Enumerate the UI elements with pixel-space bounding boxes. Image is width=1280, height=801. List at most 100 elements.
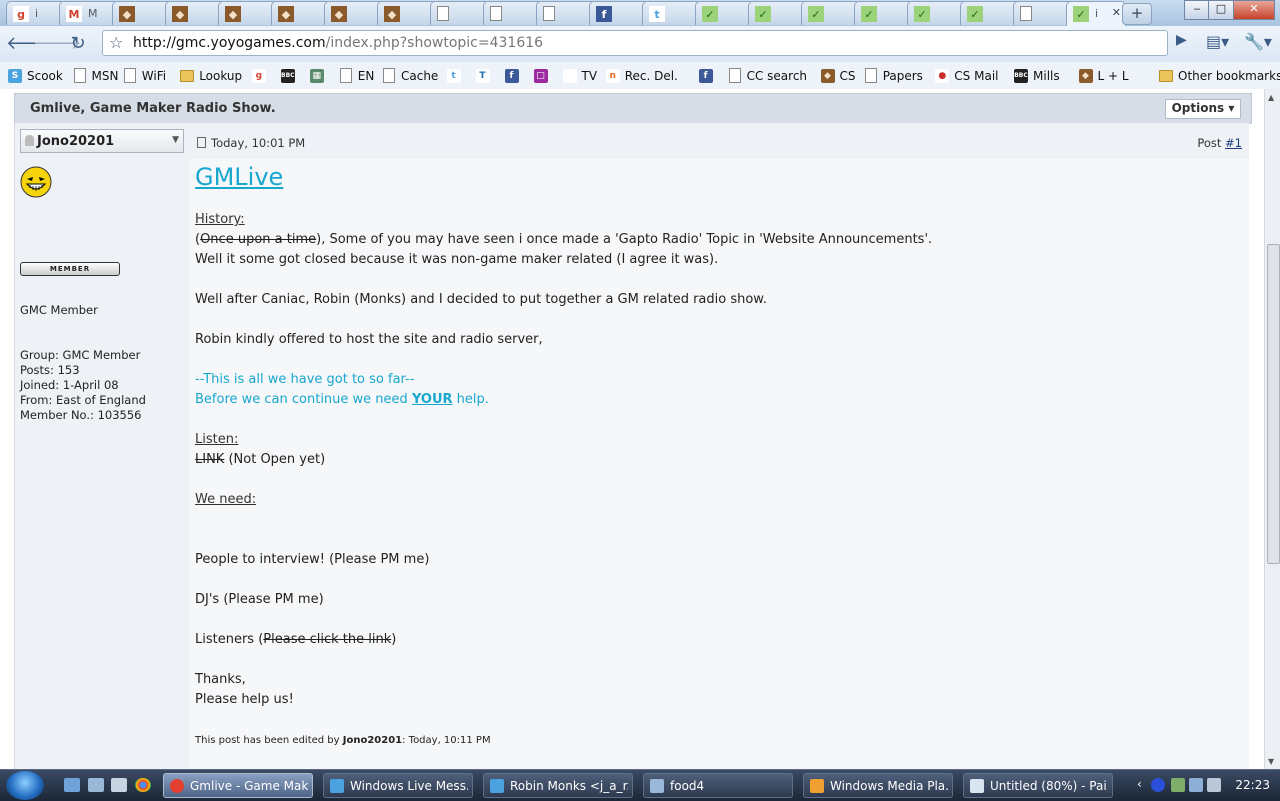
browser-tab[interactable]: ◆ (377, 1, 437, 25)
post-heading-link[interactable]: GMLive (195, 163, 283, 191)
browser-tab[interactable]: ✓ (748, 1, 808, 25)
bookmark-item[interactable]: MSN (73, 67, 118, 84)
back-button[interactable]: 🡐 (6, 32, 54, 56)
bookmark-item[interactable]: BBC (280, 67, 300, 84)
bookmark-item[interactable]: EN (339, 67, 374, 84)
author-member-no: Member No.: 103556 (20, 408, 142, 422)
bookmark-item[interactable]: WiFi (123, 67, 166, 84)
browser-tab[interactable]: MM (59, 1, 119, 25)
browser-tab[interactable]: ✓ i ✕ (1066, 1, 1126, 26)
page-menu-icon[interactable]: ▤▾ (1206, 32, 1229, 51)
bookmark-item[interactable]: BBC Mills (1014, 67, 1060, 84)
taskbar-button[interactable]: Windows Media Pla... (803, 773, 953, 798)
bookmark-item[interactable]: ● CS Mail (935, 67, 998, 84)
chrome-quicklaunch-icon[interactable] (135, 778, 151, 792)
need-listeners-pre: Listeners ( (195, 632, 264, 647)
taskbar-button-label: Windows Live Mess... (350, 779, 468, 793)
browser-tab[interactable]: ◆ (324, 1, 384, 25)
scroll-down-icon[interactable]: ▼ (1268, 757, 1274, 766)
scroll-thumb[interactable] (1267, 244, 1280, 564)
bookmark-item[interactable]: T (475, 67, 495, 84)
address-bar[interactable]: ☆ http://gmc.yoyogames.com/index.php?sho… (102, 30, 1168, 56)
taskbar-button[interactable]: Robin Monks <j_a_r... (483, 773, 633, 798)
browser-tab[interactable]: ◆ (271, 1, 331, 25)
taskbar-button[interactable]: Gmlive - Game Mak... (163, 773, 313, 798)
bookmark-item[interactable]: CC search (728, 67, 807, 84)
browser-tab[interactable]: ✓ (695, 1, 755, 25)
bookmark-item[interactable]: Cache (382, 67, 438, 84)
bookmark-item[interactable]: S Scook (8, 67, 63, 84)
tray-expand-icon[interactable]: ‹ (1137, 777, 1142, 791)
browser-tab[interactable] (536, 1, 596, 25)
scroll-up-icon[interactable]: ▲ (1268, 93, 1274, 102)
author-dropdown[interactable]: Jono20201 ▼ (20, 129, 184, 153)
bookmark-star-icon[interactable]: ☆ (109, 33, 123, 52)
author-posts: Posts: 153 (20, 363, 80, 377)
bookmark-item[interactable]: n Rec. Del. (605, 67, 678, 84)
purple-square-icon: □ (533, 68, 548, 83)
check-icon: ✓ (1073, 6, 1089, 22)
close-tab-icon[interactable]: ✕ (1112, 6, 1121, 19)
browser-tab[interactable]: f (589, 1, 649, 25)
bookmark-item[interactable]: g (251, 67, 271, 84)
thanks-line: Thanks, (195, 672, 246, 687)
new-tab-button[interactable]: + (1122, 3, 1152, 25)
reload-button[interactable]: ↻ (66, 32, 90, 56)
bookmark-item[interactable]: ▦ (309, 67, 329, 84)
forward-button[interactable]: 🡒 (33, 32, 81, 56)
browser-tab[interactable]: gi (6, 1, 66, 25)
bookmark-item[interactable]: t (446, 67, 466, 84)
browser-tab[interactable]: ◆ (112, 1, 172, 25)
quicklaunch-app-icon[interactable] (111, 778, 127, 792)
go-arrow-icon[interactable]: ▶ (1176, 32, 1187, 48)
start-button[interactable] (6, 771, 44, 800)
author-name[interactable]: Jono20201 (37, 134, 114, 149)
bookmark-item[interactable]: □ (533, 67, 553, 84)
browser-tab[interactable] (1013, 1, 1073, 25)
switch-windows-icon[interactable] (88, 778, 104, 792)
url-text[interactable]: http://gmc.yoyogames.com/index.php?showt… (133, 35, 543, 51)
bookmark-item[interactable]: ◆ L + L (1078, 67, 1129, 84)
show-desktop-icon[interactable] (64, 778, 80, 792)
please-help-line: Please help us! (195, 692, 294, 707)
network-tray-icon[interactable] (1189, 778, 1203, 792)
yoyogames-icon: ◆ (331, 6, 347, 22)
volume-tray-icon[interactable] (1207, 778, 1221, 792)
clock[interactable]: 22:23 (1235, 778, 1270, 792)
post-number-link[interactable]: #1 (1225, 136, 1242, 150)
folder-icon (1159, 69, 1173, 82)
bookmark-item[interactable]: ◆ CS (820, 67, 856, 84)
bookmark-item[interactable]: Lookup (180, 67, 242, 84)
browser-tab[interactable]: ◆ (218, 1, 278, 25)
tinyurl-icon: T (475, 68, 490, 83)
check-icon: ✓ (755, 6, 771, 22)
minimize-button[interactable]: ‒ (1184, 0, 1210, 20)
other-bookmarks-folder[interactable]: Other bookmarks (1159, 67, 1280, 84)
browser-tab[interactable] (483, 1, 543, 25)
vertical-scrollbar[interactable]: ▲ ▼ (1264, 89, 1280, 769)
author-group: Group: GMC Member (20, 348, 141, 362)
taskbar-button[interactable]: Untitled (80%) - Pai... (963, 773, 1113, 798)
bookmark-item[interactable]: f (504, 67, 524, 84)
browser-tab[interactable]: ✓ (960, 1, 1020, 25)
taskbar-button[interactable]: food4 (643, 773, 793, 798)
bookmark-item[interactable]: f (698, 67, 718, 84)
bookmark-item[interactable]: TV (562, 67, 597, 84)
browser-tab[interactable]: ✓ (907, 1, 967, 25)
battery-tray-icon[interactable] (1171, 778, 1185, 792)
bookmark-item[interactable]: Papers (864, 67, 923, 84)
browser-tab[interactable]: ✓ (801, 1, 861, 25)
p-tray-icon[interactable] (1151, 778, 1165, 792)
post-date-text: Today, 10:01 PM (211, 136, 306, 150)
browser-tab[interactable]: ✓ (854, 1, 914, 25)
struck-text: Once upon a time (200, 232, 317, 247)
maximize-button[interactable]: □ (1208, 0, 1234, 20)
taskbar-button[interactable]: Windows Live Mess... (323, 773, 473, 798)
browser-tab[interactable]: t (642, 1, 702, 25)
browser-tab[interactable] (430, 1, 490, 25)
options-button[interactable]: Options ▾ (1165, 99, 1241, 119)
folder-icon (180, 69, 195, 83)
close-window-button[interactable]: ✕ (1233, 0, 1275, 20)
wrench-menu-icon[interactable]: 🔧▾ (1244, 32, 1272, 51)
browser-tab[interactable]: ◆ (165, 1, 225, 25)
